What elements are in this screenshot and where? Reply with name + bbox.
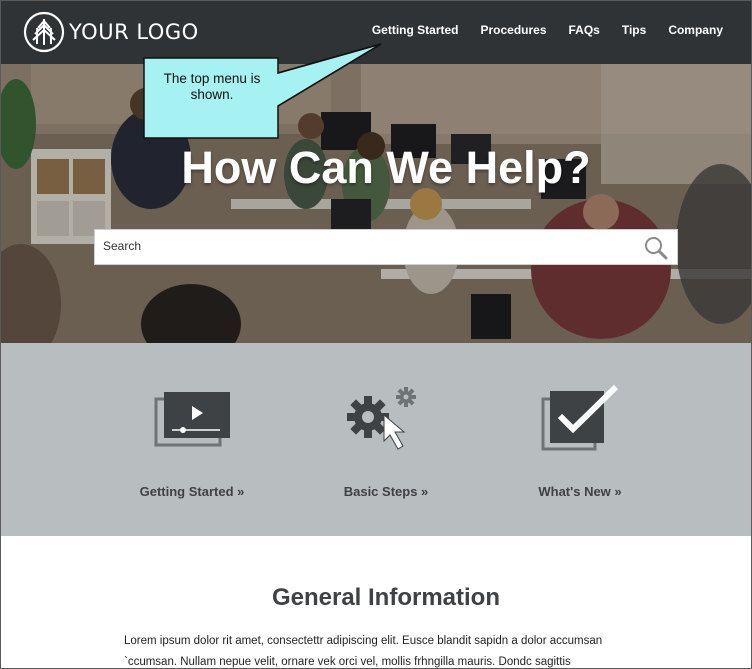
feature-label: Getting Started » [139, 484, 245, 499]
nav-procedures[interactable]: Procedures [480, 23, 546, 37]
office-background-image [1, 64, 751, 343]
general-information-section: General Information Lorem ipsum dolor ri… [1, 536, 751, 668]
callout-text: The top menu is shown. [163, 71, 261, 102]
section-title: General Information [271, 584, 501, 611]
checkmark-icon [541, 384, 619, 451]
logo-text: YOUR LOGO [69, 20, 199, 44]
video-player-icon [154, 392, 230, 447]
features-band: Getting Started » Basic Steps » What's N… [1, 343, 751, 536]
feature-whats-new[interactable]: What's New » [490, 343, 670, 536]
hero-title: How Can We Help? [181, 142, 591, 193]
feature-getting-started[interactable]: Getting Started » [102, 343, 282, 536]
gears-cursor-icon [347, 387, 416, 450]
nav-company[interactable]: Company [668, 23, 723, 37]
feature-label: What's New » [538, 484, 622, 499]
tree-logo-icon [23, 11, 65, 53]
hero-banner: How Can We Help? [1, 64, 751, 343]
section-body-text: Lorem ipsum dolor rit amet, consectettr … [124, 635, 603, 668]
nav-tips[interactable]: Tips [622, 23, 646, 37]
top-menu: Getting Started Procedures FAQs Tips Com… [350, 23, 723, 37]
logo[interactable]: YOUR LOGO [23, 11, 199, 53]
page-frame: YOUR LOGO Getting Started Procedures FAQ… [0, 0, 752, 669]
search-bar [94, 229, 678, 265]
feature-label: Basic Steps » [343, 484, 429, 499]
search-icon[interactable] [643, 235, 669, 261]
search-input[interactable] [103, 239, 633, 253]
nav-faqs[interactable]: FAQs [569, 23, 600, 37]
nav-getting-started[interactable]: Getting Started [372, 23, 459, 37]
top-header: YOUR LOGO Getting Started Procedures FAQ… [1, 1, 751, 64]
feature-basic-steps[interactable]: Basic Steps » [296, 343, 476, 536]
